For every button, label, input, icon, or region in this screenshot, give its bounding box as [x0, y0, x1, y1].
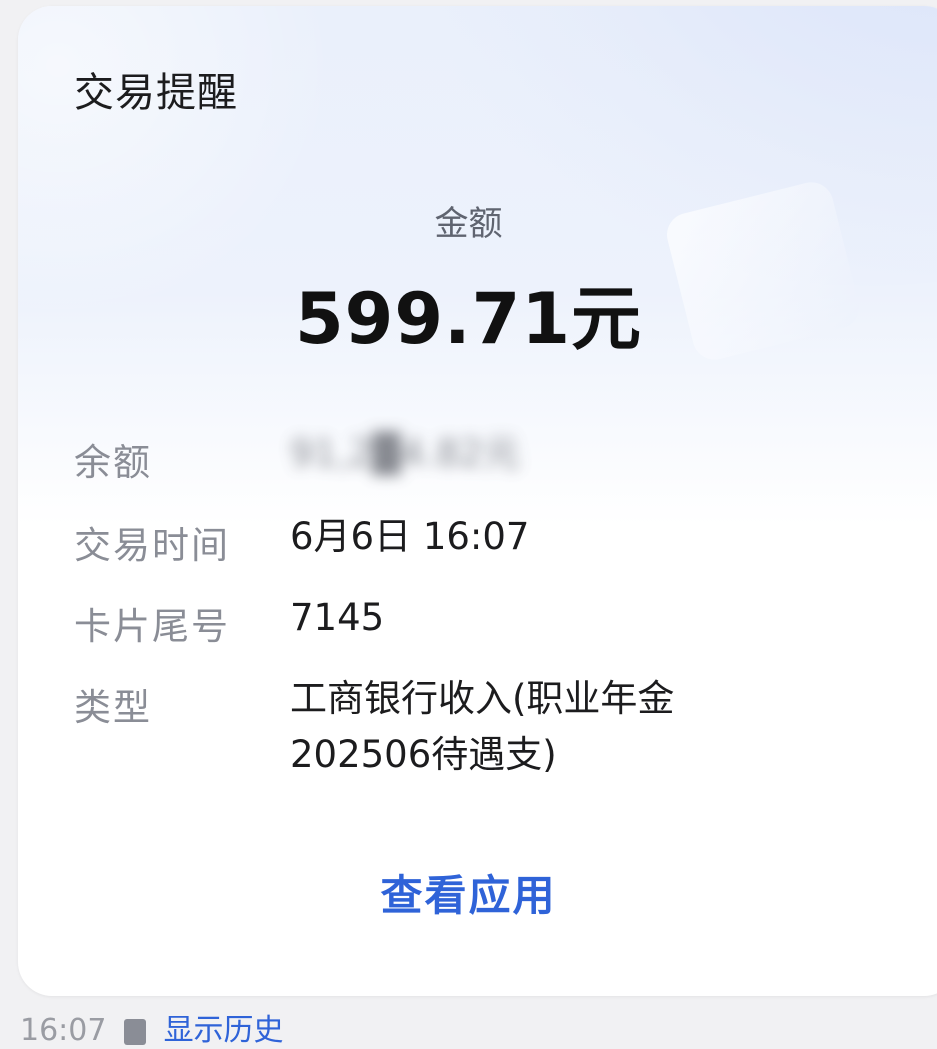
balance-value: 91,2█4.82元: [290, 432, 521, 475]
card-title: 交易提醒: [74, 70, 238, 116]
history-link[interactable]: 显示历史: [164, 1013, 284, 1048]
card-suffix-value: 7145: [290, 596, 385, 639]
type-value: 工商银行收入(职业年金202506待遇支): [290, 677, 675, 776]
notification-footer: 16:07 显示历史: [20, 1005, 284, 1049]
amount-value: 599.71元: [294, 278, 643, 360]
balance-label: 余额: [74, 441, 152, 484]
transaction-time-label: 交易时间: [74, 524, 230, 567]
type-label: 类型: [74, 686, 152, 729]
transaction-notification-card: [18, 6, 937, 996]
view-app-button[interactable]: 查看应用: [0, 862, 937, 923]
footer-time: 16:07: [20, 1013, 107, 1048]
transaction-time-value: 6月6日 16:07: [290, 515, 530, 558]
document-icon: [124, 1018, 147, 1045]
card-suffix-label: 卡片尾号: [74, 605, 230, 648]
amount-label: 金额: [434, 204, 503, 244]
